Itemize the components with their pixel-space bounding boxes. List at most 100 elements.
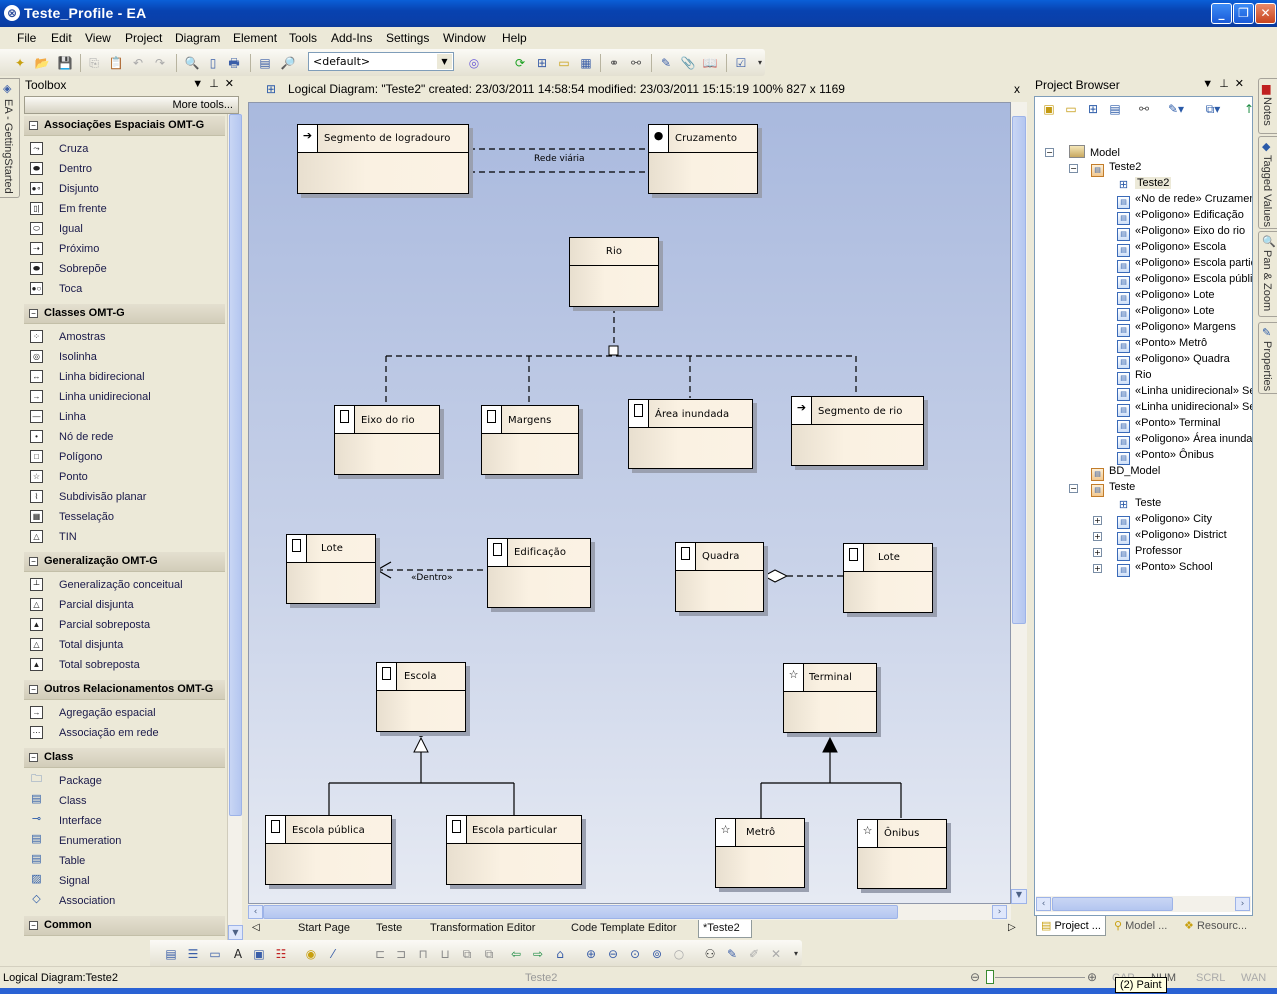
text-icon[interactable]: A <box>230 946 246 962</box>
tree-node[interactable]: ▤ «Poligono» District <box>1117 529 1227 545</box>
tree-node[interactable]: ▤ «Poligono» Lote <box>1117 289 1215 305</box>
chevron-down-icon[interactable]: ▼ <box>437 54 452 69</box>
toolbox-group-header[interactable]: − Associações Espaciais OMT-G <box>24 116 225 136</box>
tab-teste2[interactable]: *Teste2 <box>698 920 752 938</box>
align-left-icon[interactable]: ⊏ <box>372 946 388 962</box>
tree-node[interactable]: ▤ «Poligono» Área inundada <box>1117 433 1252 449</box>
toolbox-item[interactable]: ⤳ Cruza <box>24 139 225 159</box>
class-lote-2[interactable]: Lote <box>843 543 933 613</box>
scrollbar-thumb[interactable] <box>229 114 242 816</box>
tree-node[interactable]: ▤ «Poligono» Lote <box>1117 305 1215 321</box>
new-diagram-icon[interactable]: ⊞ <box>1085 101 1101 117</box>
tree-node[interactable]: ▤ «No de rede» Cruzamento <box>1117 193 1252 209</box>
print-preview-icon[interactable]: 🔍 <box>184 55 200 71</box>
menu-add-ins[interactable]: Add-Ins <box>331 31 372 45</box>
edit-note-icon[interactable]: ✎ <box>658 55 674 71</box>
toolbox-item[interactable]: ▤ Enumeration <box>24 831 225 851</box>
toolbox-item[interactable]: ▤ Table <box>24 851 225 871</box>
collapse-icon[interactable]: − <box>1069 484 1078 493</box>
toolbox-group-header[interactable]: − Common <box>24 916 225 936</box>
refresh-icon[interactable]: ⟳ <box>512 55 528 71</box>
class-cruzamento[interactable]: ● Cruzamento <box>648 124 758 194</box>
toolbox-item[interactable]: ▤ Class <box>24 791 225 811</box>
zoom-in-circle-icon[interactable]: ⊕ <box>1087 970 1097 984</box>
class-escola-publica[interactable]: Escola pública <box>265 815 392 885</box>
toolbox-item[interactable]: ⌇ Subdivisão planar <box>24 487 225 507</box>
search-document-icon[interactable]: 🔎 <box>280 55 296 71</box>
class-escola[interactable]: Escola <box>376 662 466 732</box>
diagram-vertical-scrollbar[interactable]: ▼ <box>1011 102 1027 904</box>
undo-icon[interactable]: ↶ <box>130 55 146 71</box>
checklist-icon[interactable]: ☑ <box>733 55 749 71</box>
align-top-icon[interactable]: ⊓ <box>415 946 431 962</box>
tab-teste[interactable]: Teste <box>372 920 406 938</box>
tree-node[interactable]: ▤ «Ponto» Ônibus <box>1117 449 1214 465</box>
paste-icon[interactable]: 📋 <box>108 55 124 71</box>
menu-edit[interactable]: Edit <box>51 31 72 45</box>
new-package-icon[interactable]: ▭ <box>1063 101 1079 117</box>
tree-node[interactable]: ▤ «Ponto» Metrô <box>1117 337 1207 353</box>
scroll-right-button[interactable]: › <box>992 905 1007 919</box>
list-view-icon[interactable]: ☷ <box>273 946 289 962</box>
toolbox-item[interactable]: ◎ Isolinha <box>24 347 225 367</box>
toolbox-item[interactable]: ⇢ Próximo <box>24 239 225 259</box>
diagram-horizontal-scrollbar[interactable]: ‹ › <box>248 904 1011 920</box>
delete-icon[interactable]: ✕ <box>768 946 784 962</box>
toolbox-group-header[interactable]: − Generalização OMT-G <box>24 552 225 572</box>
menu-settings[interactable]: Settings <box>386 31 429 45</box>
expand-icon[interactable]: + <box>1093 548 1102 557</box>
toolbox-group-header[interactable]: − Classes OMT-G <box>24 304 225 324</box>
tree-node[interactable]: ▤ «Poligono» City <box>1117 513 1212 529</box>
tree-node[interactable]: Model <box>1069 145 1120 161</box>
toolbox-item[interactable]: — Linha <box>24 407 225 427</box>
class-rio[interactable]: Rio <box>569 237 659 307</box>
class-metro[interactable]: ☆ Metrô <box>715 818 805 888</box>
tree-node[interactable]: ▤ «Poligono» Escola pública <box>1117 273 1252 289</box>
document-view-icon[interactable]: ▭ <box>207 946 223 962</box>
move-up-icon[interactable]: ↑ <box>1241 101 1252 117</box>
tree-node[interactable]: ▤ «Poligono» Edificação <box>1117 209 1244 225</box>
tree-node[interactable]: ▤ Professor <box>1117 545 1182 561</box>
class-terminal[interactable]: ☆ Terminal <box>783 663 877 733</box>
diagram-canvas[interactable]: Rede viária «Dentro» ➔ Segmento de logra… <box>248 102 1011 904</box>
zoom-out-circle-icon[interactable]: ⊖ <box>970 970 980 984</box>
tree-node[interactable]: ▤ «Linha unidirecional» Segmento de rio <box>1117 401 1252 417</box>
print-icon[interactable]: 🖶 <box>226 55 242 71</box>
class-edificacao[interactable]: Edificação <box>487 538 591 608</box>
align-right-icon[interactable]: ⊐ <box>393 946 409 962</box>
menu-view[interactable]: View <box>85 31 111 45</box>
tree-node[interactable]: ⊞ Teste2 <box>1117 177 1172 193</box>
paint-brush-icon[interactable]: ✐ <box>746 946 762 962</box>
perspective-select[interactable]: <default> ▼ <box>308 52 454 71</box>
toolbox-item[interactable]: ┴ Generalização conceitual <box>24 575 225 595</box>
tree-node[interactable]: ▤ «Linha unidirecional» Segmento de logra… <box>1117 385 1252 401</box>
open-project-icon[interactable]: 📂 <box>34 55 50 71</box>
toolbox-item[interactable]: ⬬ Sobrepõe <box>24 259 225 279</box>
toolbox-item[interactable]: ↔ Linha bidirecional <box>24 367 225 387</box>
dropdown-icon[interactable]: ▼ <box>1202 78 1219 90</box>
tree-node[interactable]: ▤ Teste <box>1091 481 1135 497</box>
toolbox-item[interactable]: ▨ Signal <box>24 871 225 891</box>
tree-node[interactable]: ▤ «Poligono» Eixo do rio <box>1117 225 1245 241</box>
zoom-slider-track[interactable] <box>995 977 1085 978</box>
toolbox-item[interactable]: ⁘ Amostras <box>24 327 225 347</box>
class-eixo-do-rio[interactable]: Eixo do rio <box>334 405 440 475</box>
menu-file[interactable]: File <box>17 31 36 45</box>
toolbox-item[interactable]: → Linha unidirecional <box>24 387 225 407</box>
pin-icon[interactable]: ⊥ <box>1219 78 1235 90</box>
scrollbar-thumb[interactable] <box>263 905 898 919</box>
toolbox-item[interactable]: ◇ Association <box>24 891 225 911</box>
collapse-icon[interactable]: − <box>29 685 38 694</box>
more-tools-button[interactable]: More tools... <box>24 96 239 114</box>
minimize-button[interactable]: _ <box>1211 3 1232 24</box>
new-model-icon[interactable]: ▣ <box>1041 101 1057 117</box>
attachment-icon[interactable]: 📎 <box>680 55 696 71</box>
scroll-right-button[interactable]: › <box>1235 897 1250 911</box>
forward-icon[interactable]: ⇨ <box>530 946 546 962</box>
align-bottom-icon[interactable]: ⊔ <box>437 946 453 962</box>
toolbox-group-header[interactable]: − Outros Relacionamentos OMT-G <box>24 680 225 700</box>
collapse-icon[interactable]: − <box>29 309 38 318</box>
tree-node[interactable]: ▤ «Poligono» Escola particular <box>1117 257 1252 273</box>
collapse-icon[interactable]: − <box>29 557 38 566</box>
same-height-icon[interactable]: ⧉ <box>459 946 475 962</box>
